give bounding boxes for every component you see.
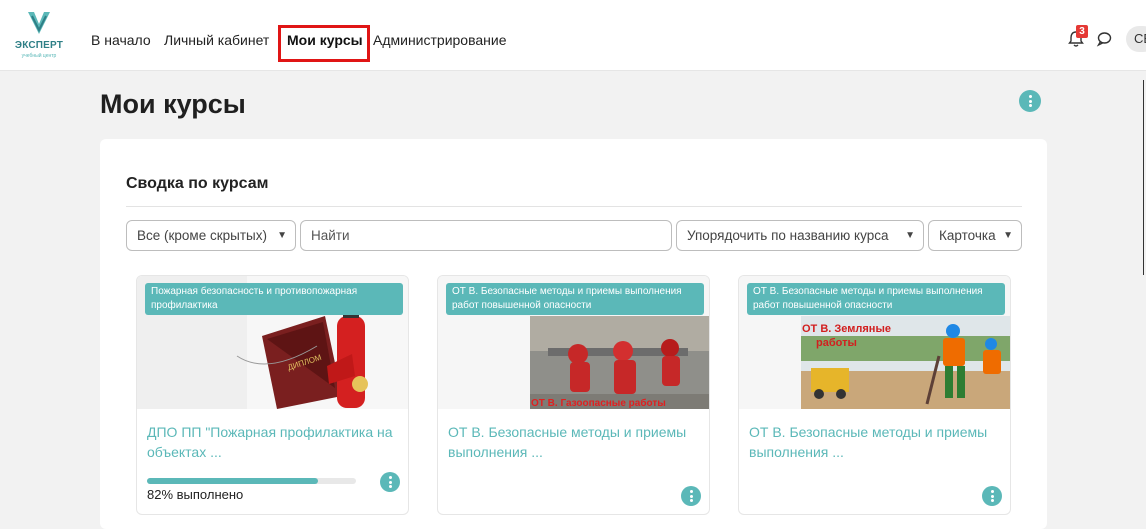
course-actions-menu-icon[interactable] <box>380 472 400 492</box>
chevron-down-icon: ▼ <box>1003 230 1013 241</box>
course-category: ОТ В. Безопасные методы и приемы выполне… <box>747 283 1005 315</box>
course-card[interactable]: ОТ В. Безопасные методы и приемы выполне… <box>437 275 710 515</box>
view-dropdown[interactable]: Карточка ▼ <box>928 220 1022 251</box>
nav-administration[interactable]: Администрирование <box>373 32 507 48</box>
course-category: ОТ В. Безопасные методы и приемы выполне… <box>446 283 704 315</box>
course-name[interactable]: ДПО ПП "Пожарная профилактика на объекта… <box>147 422 399 462</box>
navbar: ЭКСПЕРТ учебный центр В начало Личный ка… <box>0 0 1146 71</box>
image-caption: ОТ В. Газоопасные работы <box>531 398 666 409</box>
course-image[interactable]: ОТ В. Безопасные методы и приемы выполне… <box>438 276 709 409</box>
divider <box>126 206 1022 207</box>
course-overview-title: Сводка по курсам <box>126 175 269 192</box>
sort-dropdown[interactable]: Упорядочить по названию курса ▼ <box>676 220 924 251</box>
notification-badge: 3 <box>1076 25 1088 38</box>
nav-dashboard[interactable]: Личный кабинет <box>164 32 269 48</box>
progress-fill <box>147 478 319 484</box>
course-actions-menu-icon[interactable] <box>681 486 701 506</box>
course-card[interactable]: ОТ В. Безопасные методы и приемы выполне… <box>738 275 1011 515</box>
sort-dropdown-label: Упорядочить по названию курса <box>687 228 889 243</box>
user-avatar[interactable]: СЕ <box>1126 26 1146 52</box>
search-placeholder: Найти <box>311 228 350 243</box>
page-title: Мои курсы <box>100 89 246 119</box>
view-dropdown-label: Карточка <box>939 228 996 243</box>
page-actions-menu-icon[interactable] <box>1019 90 1041 112</box>
course-image[interactable]: ОТ В. Безопасные методы и приемы выполне… <box>739 276 1010 409</box>
course-actions-menu-icon[interactable] <box>982 486 1002 506</box>
image-caption-line1: ОТ В. Земляные <box>802 323 891 335</box>
chat-bubble-icon[interactable] <box>1096 31 1112 47</box>
course-card[interactable]: Пожарная безопасность и противопожарная … <box>136 275 409 515</box>
course-image[interactable]: Пожарная безопасность и противопожарная … <box>137 276 408 409</box>
logo-mark-icon <box>28 12 50 34</box>
progress-bar <box>147 478 356 484</box>
filter-dropdown-label: Все (кроме скрытых) <box>137 228 267 243</box>
course-name[interactable]: ОТ В. Безопасные методы и приемы выполне… <box>448 422 700 462</box>
image-caption-line2: работы <box>816 337 857 349</box>
course-category: Пожарная безопасность и противопожарная … <box>145 283 403 315</box>
progress-text: 82% выполнено <box>147 487 244 502</box>
chevron-down-icon: ▼ <box>277 230 287 241</box>
search-input[interactable]: Найти <box>300 220 672 251</box>
nav-home[interactable]: В начало <box>91 32 151 48</box>
site-logo[interactable]: ЭКСПЕРТ учебный центр <box>14 10 64 62</box>
logo-subtitle: учебный центр <box>21 53 57 59</box>
my-courses-highlight <box>278 25 370 62</box>
course-name[interactable]: ОТ В. Безопасные методы и приемы выполне… <box>749 422 1001 462</box>
scrollbar[interactable] <box>1143 80 1144 275</box>
chevron-down-icon: ▼ <box>905 230 915 241</box>
logo-brand: ЭКСПЕРТ <box>14 40 64 51</box>
filter-dropdown[interactable]: Все (кроме скрытых) ▼ <box>126 220 296 251</box>
